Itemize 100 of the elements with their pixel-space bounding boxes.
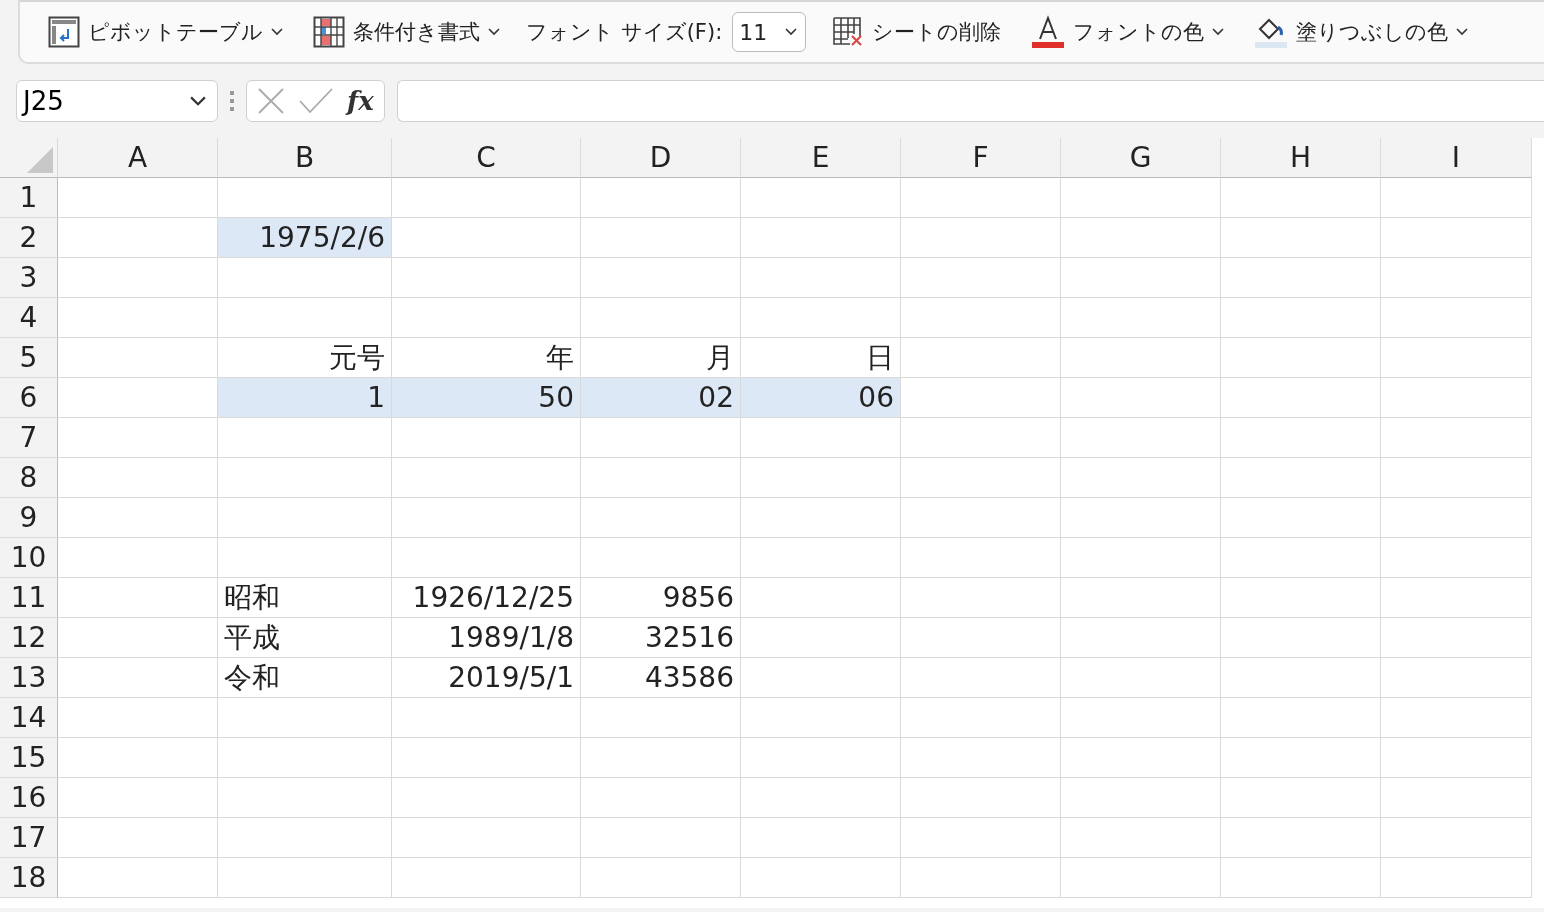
row-header[interactable]: 16: [0, 778, 58, 818]
table-cell[interactable]: [901, 538, 1061, 578]
table-cell[interactable]: [581, 258, 741, 298]
table-cell[interactable]: [58, 818, 218, 858]
table-cell[interactable]: [1061, 818, 1221, 858]
table-cell[interactable]: [218, 818, 392, 858]
table-cell[interactable]: [58, 658, 218, 698]
table-cell[interactable]: [58, 418, 218, 458]
table-cell[interactable]: [1381, 858, 1532, 898]
table-cell[interactable]: [392, 258, 581, 298]
table-cell[interactable]: [1061, 298, 1221, 338]
table-cell[interactable]: [581, 218, 741, 258]
table-cell[interactable]: [741, 578, 901, 618]
table-cell[interactable]: [1221, 298, 1381, 338]
table-cell[interactable]: [1221, 178, 1381, 218]
table-cell[interactable]: [741, 618, 901, 658]
table-cell[interactable]: [1061, 498, 1221, 538]
toolbar-dropdown[interactable]: 条件付き書式: [309, 14, 504, 50]
row-header[interactable]: 9: [0, 498, 58, 538]
table-cell[interactable]: [901, 618, 1061, 658]
table-cell[interactable]: [1381, 258, 1532, 298]
table-cell[interactable]: [392, 218, 581, 258]
table-cell[interactable]: [218, 538, 392, 578]
table-cell[interactable]: [1381, 298, 1532, 338]
table-cell[interactable]: [1381, 418, 1532, 458]
table-cell[interactable]: [58, 538, 218, 578]
table-cell[interactable]: [392, 778, 581, 818]
table-cell[interactable]: [392, 418, 581, 458]
table-cell[interactable]: [1061, 538, 1221, 578]
column-header[interactable]: F: [901, 138, 1061, 178]
table-cell[interactable]: [218, 458, 392, 498]
table-cell[interactable]: [58, 458, 218, 498]
table-cell[interactable]: [1381, 658, 1532, 698]
table-cell[interactable]: [218, 698, 392, 738]
table-cell[interactable]: [901, 738, 1061, 778]
table-cell[interactable]: [1061, 778, 1221, 818]
grip-icon[interactable]: [230, 91, 234, 111]
table-cell[interactable]: [581, 458, 741, 498]
table-cell[interactable]: [581, 298, 741, 338]
table-cell[interactable]: [1061, 218, 1221, 258]
table-cell[interactable]: [741, 298, 901, 338]
table-cell[interactable]: [741, 538, 901, 578]
table-cell[interactable]: [1061, 378, 1221, 418]
row-header[interactable]: 1: [0, 178, 58, 218]
table-cell[interactable]: 令和: [218, 658, 392, 698]
table-cell[interactable]: [1061, 578, 1221, 618]
table-cell[interactable]: [1221, 498, 1381, 538]
toolbar-dropdown[interactable]: 塗りつぶしの色: [1250, 13, 1473, 51]
table-cell[interactable]: [901, 658, 1061, 698]
table-cell[interactable]: [1381, 538, 1532, 578]
table-cell[interactable]: [901, 498, 1061, 538]
table-cell[interactable]: [1221, 698, 1381, 738]
row-header[interactable]: 17: [0, 818, 58, 858]
table-cell[interactable]: [1221, 858, 1381, 898]
table-cell[interactable]: [218, 738, 392, 778]
table-cell[interactable]: [1061, 458, 1221, 498]
table-cell[interactable]: [58, 778, 218, 818]
table-cell[interactable]: [901, 418, 1061, 458]
table-cell[interactable]: [58, 618, 218, 658]
table-cell[interactable]: [741, 818, 901, 858]
table-cell[interactable]: [1381, 578, 1532, 618]
table-cell[interactable]: [901, 578, 1061, 618]
table-cell[interactable]: [218, 858, 392, 898]
table-cell[interactable]: [901, 178, 1061, 218]
table-cell[interactable]: [581, 778, 741, 818]
table-cell[interactable]: [901, 378, 1061, 418]
table-cell[interactable]: [1381, 178, 1532, 218]
table-cell[interactable]: [392, 818, 581, 858]
table-cell[interactable]: [581, 698, 741, 738]
table-cell[interactable]: [1221, 778, 1381, 818]
table-cell[interactable]: [741, 738, 901, 778]
table-cell[interactable]: [1061, 698, 1221, 738]
table-cell[interactable]: [901, 258, 1061, 298]
table-cell[interactable]: [218, 258, 392, 298]
table-cell[interactable]: [1221, 538, 1381, 578]
table-cell[interactable]: 2019/5/1: [392, 658, 581, 698]
row-header[interactable]: 12: [0, 618, 58, 658]
table-cell[interactable]: [741, 698, 901, 738]
table-cell[interactable]: [741, 418, 901, 458]
table-cell[interactable]: [1381, 498, 1532, 538]
table-cell[interactable]: [392, 178, 581, 218]
column-header[interactable]: I: [1381, 138, 1532, 178]
table-cell[interactable]: [1381, 818, 1532, 858]
table-cell[interactable]: [1221, 258, 1381, 298]
table-cell[interactable]: [1381, 738, 1532, 778]
table-cell[interactable]: [392, 458, 581, 498]
table-cell[interactable]: [741, 458, 901, 498]
table-cell[interactable]: 平成: [218, 618, 392, 658]
row-header[interactable]: 7: [0, 418, 58, 458]
table-cell[interactable]: [1221, 418, 1381, 458]
table-cell[interactable]: [1381, 458, 1532, 498]
toolbar-button[interactable]: シートの削除: [828, 14, 1006, 50]
table-cell[interactable]: [218, 778, 392, 818]
row-header[interactable]: 13: [0, 658, 58, 698]
table-cell[interactable]: [581, 858, 741, 898]
table-cell[interactable]: 9856: [581, 578, 741, 618]
table-cell[interactable]: [1221, 618, 1381, 658]
table-cell[interactable]: [1381, 218, 1532, 258]
table-cell[interactable]: [741, 258, 901, 298]
row-header[interactable]: 11: [0, 578, 58, 618]
